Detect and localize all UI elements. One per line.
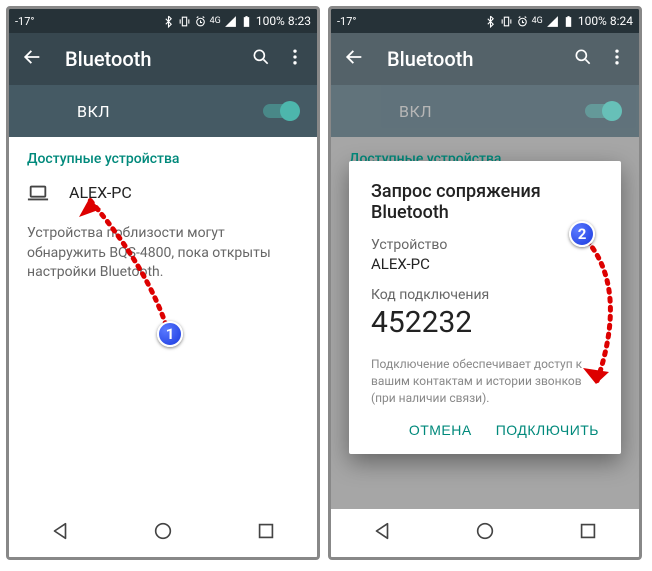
more-button[interactable] — [285, 47, 305, 71]
bluetooth-switch[interactable] — [585, 104, 619, 118]
toggle-label: ВКЛ — [399, 102, 585, 121]
network-type: 4G — [532, 16, 543, 26]
app-bar: Bluetooth — [331, 33, 639, 85]
bluetooth-icon — [162, 15, 175, 28]
phone-screenshot-right: -17° 4G 100% 8:24 Bluetooth ВКЛ — [328, 6, 642, 560]
device-name: ALEX-PC — [69, 183, 132, 202]
phone-screenshot-left: -17° 4G 100% 8:23 Bluetooth ВКЛ — [6, 6, 320, 560]
nav-back[interactable] — [371, 520, 393, 546]
alarm-icon — [194, 15, 207, 28]
section-header: Доступные устройства — [27, 151, 299, 167]
more-button[interactable] — [607, 47, 627, 71]
temperature: -17° — [15, 15, 35, 28]
vibrate-icon — [178, 15, 191, 28]
nav-bar — [9, 509, 317, 557]
device-label: Устройство — [371, 237, 599, 253]
pairing-code: 452232 — [371, 305, 599, 340]
cancel-button[interactable]: ОТМЕНА — [409, 422, 472, 438]
network-type: 4G — [210, 16, 221, 26]
pairing-dialog: Запрос сопряжения Bluetooth Устройство A… — [349, 161, 621, 454]
confirm-button[interactable]: ПОДКЛЮЧИТЬ — [496, 422, 599, 438]
signal-icon — [224, 15, 237, 28]
clock: 8:23 — [288, 14, 311, 28]
vibrate-icon — [500, 15, 513, 28]
alarm-icon — [516, 15, 529, 28]
dialog-title: Запрос сопряжения Bluetooth — [371, 181, 599, 223]
toggle-label: ВКЛ — [77, 102, 263, 121]
back-button[interactable] — [343, 46, 365, 72]
status-bar: -17° 4G 100% 8:23 — [9, 9, 317, 33]
laptop-icon — [27, 184, 49, 202]
dialog-note: Подключение обеспечивает доступ к вашим … — [371, 356, 599, 406]
nav-back[interactable] — [49, 520, 71, 546]
battery-icon — [562, 15, 575, 28]
bluetooth-switch[interactable] — [263, 104, 297, 118]
clock: 8:24 — [610, 14, 633, 28]
nav-bar — [331, 509, 639, 557]
annotation-badge-2: 2 — [569, 221, 595, 247]
annotation-badge-1: 1 — [157, 321, 183, 347]
temperature: -17° — [337, 15, 357, 28]
battery-percent: 100% — [256, 14, 285, 28]
signal-icon — [546, 15, 559, 28]
battery-percent: 100% — [578, 14, 607, 28]
discovery-note: Устройства поблизости могут обнаружить B… — [27, 224, 299, 283]
nav-recent[interactable] — [255, 520, 277, 546]
status-bar: -17° 4G 100% 8:24 — [331, 9, 639, 33]
back-button[interactable] — [21, 46, 43, 72]
status-icons: 4G 100% 8:24 — [484, 14, 633, 28]
code-label: Код подключения — [371, 287, 599, 303]
bluetooth-icon — [484, 15, 497, 28]
search-button[interactable] — [573, 47, 593, 71]
nav-recent[interactable] — [577, 520, 599, 546]
app-bar: Bluetooth — [9, 33, 317, 85]
nav-home[interactable] — [474, 520, 496, 546]
search-button[interactable] — [251, 47, 271, 71]
battery-icon — [240, 15, 253, 28]
page-title: Bluetooth — [65, 47, 237, 71]
toggle-bar: ВКЛ — [9, 85, 317, 137]
nav-home[interactable] — [152, 520, 174, 546]
device-value: ALEX-PC — [371, 255, 599, 273]
toggle-bar: ВКЛ — [331, 85, 639, 137]
status-icons: 4G 100% 8:23 — [162, 14, 311, 28]
dialog-actions: ОТМЕНА ПОДКЛЮЧИТЬ — [371, 422, 599, 444]
device-item[interactable]: ALEX-PC — [27, 183, 299, 202]
page-title: Bluetooth — [387, 47, 559, 71]
